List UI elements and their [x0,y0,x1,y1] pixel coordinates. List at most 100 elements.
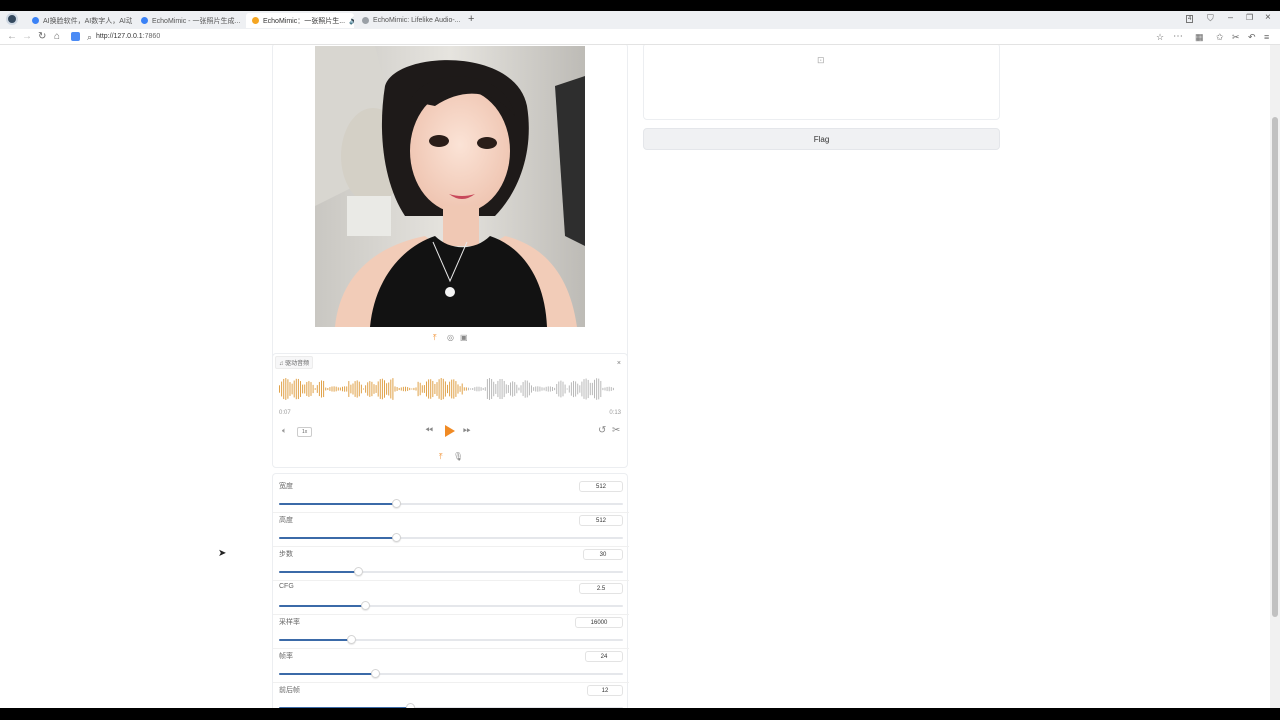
arrow-left-icon[interactable]: ← [7,30,17,44]
tab-title: EchoMimic: Lifelike Audio-... [373,17,461,24]
waveform-bar [279,385,280,393]
slider-number-input[interactable]: 30 [583,549,623,560]
slider-fill [279,639,352,641]
tab-4[interactable]: EchoMimic: Lifelike Audio-... × [356,13,464,28]
extension-icon[interactable] [71,32,80,41]
restore-icon[interactable]: ❐ [1246,13,1253,22]
star-icon[interactable]: ☆ [1156,30,1164,44]
scissors-icon[interactable]: ✂ [612,426,620,436]
rewind-icon[interactable]: ⏪︎ [425,426,433,436]
slider-track[interactable] [279,499,623,508]
fast-forward-icon[interactable]: ⏩︎ [463,426,471,436]
reload-icon[interactable]: ↻ [38,30,46,44]
slider-handle[interactable] [371,669,381,678]
microphone-icon[interactable]: 🎙︎ [453,452,463,462]
waveform-bar [491,379,493,399]
audio-label-text: 驱动音频 [285,361,310,367]
favorites-icon[interactable]: ✩ [1216,30,1224,44]
waveform-bar [596,378,598,400]
slider-track[interactable] [279,635,623,644]
close-tab-icon[interactable]: × [461,16,464,25]
slider-handle[interactable] [361,601,370,610]
slider-handle[interactable] [391,499,401,508]
clipboard-icon[interactable]: ▣ [460,333,468,343]
new-tab-button[interactable]: + [468,13,474,25]
waveform-bar [526,380,528,398]
more-icon[interactable]: ⋯ [1173,30,1183,44]
waveform-bar [520,385,522,393]
flag-button[interactable]: Flag [643,128,1000,150]
slider-track[interactable] [279,533,623,542]
waveform-bar [493,381,495,397]
close-tab-icon[interactable]: × [240,16,243,25]
tab-2[interactable]: EchoMimic - 一张照片生成... × [135,13,243,28]
slider-track[interactable] [279,669,623,678]
apps-grid-icon[interactable]: ▦ [1195,30,1204,44]
slider-row: 宽度 512 [273,479,629,513]
minimize-icon[interactable]: – [1228,12,1233,22]
slider-number-input[interactable]: 24 [585,651,623,662]
slider-handle[interactable] [347,635,357,644]
waveform-bar [549,386,551,392]
scrollbar-thumb[interactable] [1272,117,1278,617]
slider-track[interactable] [279,703,623,708]
shield-icon[interactable]: ⛉ [1207,13,1214,24]
window-count-badge[interactable]: 4 [1186,15,1194,23]
slider-track[interactable] [279,567,623,576]
waveform-bar [541,387,543,391]
clear-audio-icon[interactable]: × [617,359,621,369]
waveform-bar [566,388,568,390]
play-button[interactable] [445,425,455,437]
waveform-bar [388,382,390,396]
undo-icon[interactable]: ↶ [1248,30,1256,44]
scrollbar[interactable] [1270,45,1280,708]
waveform-bar [394,386,396,392]
waveform-bar [360,384,362,394]
slider-handle[interactable] [405,703,415,708]
slider-row: CFG 2.5 [273,581,629,615]
waveform-bar [379,379,381,399]
waveform-bar [474,387,476,391]
tab-1[interactable]: AI换脸软件，AI数字人，AI动 × [26,13,132,28]
volume-icon[interactable]: 🔈︎ [282,426,287,436]
tab-3-active[interactable]: EchoMimic：一张照片生... 🔊 × [246,13,354,28]
home-icon[interactable]: ⌂ [54,30,60,44]
browser-logo[interactable] [6,13,18,25]
slider-number-input[interactable]: 512 [579,481,623,492]
tab-strip: AI换脸软件，AI数字人，AI动 × EchoMimic - 一张照片生成...… [0,11,1280,29]
slider-fill [279,707,410,708]
slider-handle[interactable] [391,533,401,542]
url-input[interactable]: http://127.0.0.1:7860 [96,31,160,43]
waveform-bar [400,387,402,391]
waveform-bar [537,386,539,392]
waveform-bar [333,386,335,392]
slider-number-input[interactable]: 2.5 [579,583,623,594]
waveform-bar [350,384,352,394]
audio-waveform[interactable] [279,377,623,401]
menu-icon[interactable]: ≡ [1264,30,1269,44]
upload-icon[interactable]: ⤒ [439,452,443,462]
reset-icon[interactable]: ↺ [598,426,606,436]
waveform-bar [344,386,346,392]
arrow-right-icon[interactable]: → [22,30,32,44]
audio-input-panel: ♫ 驱动音频 × 0:07 0:13 🔈︎ 1x ⏪︎ ⏩︎ ↺ ✂ ⤒ 🎙︎ [272,353,628,468]
waveform-bar [554,387,556,391]
tools-icon[interactable]: ✂ [1232,30,1240,44]
slider-track[interactable] [279,601,623,610]
slider-number-input[interactable]: 12 [587,685,623,696]
page-viewport: ⤒ ◎ ▣ ♫ 驱动音频 × 0:07 0:13 🔈︎ 1x ⏪︎ ⏩︎ ↺ ✂… [0,45,1280,708]
slider-number-input[interactable]: 16000 [575,617,623,628]
playback-speed[interactable]: 1x [297,427,313,437]
waveform-bar [505,384,507,394]
waveform-bar [409,387,411,391]
waveform-bar [547,386,549,392]
slider-number-input[interactable]: 512 [579,515,623,526]
upload-icon[interactable]: ⤒ [433,333,437,343]
tab-audio-icon[interactable]: 🔊 [349,17,354,25]
waveform-bar [369,381,371,397]
waveform-bar [321,380,322,398]
close-window-icon[interactable]: × [1265,12,1271,23]
webcam-icon[interactable]: ◎ [447,333,454,343]
slider-handle[interactable] [354,567,364,576]
video-output-panel: ⊡ [643,45,1000,120]
